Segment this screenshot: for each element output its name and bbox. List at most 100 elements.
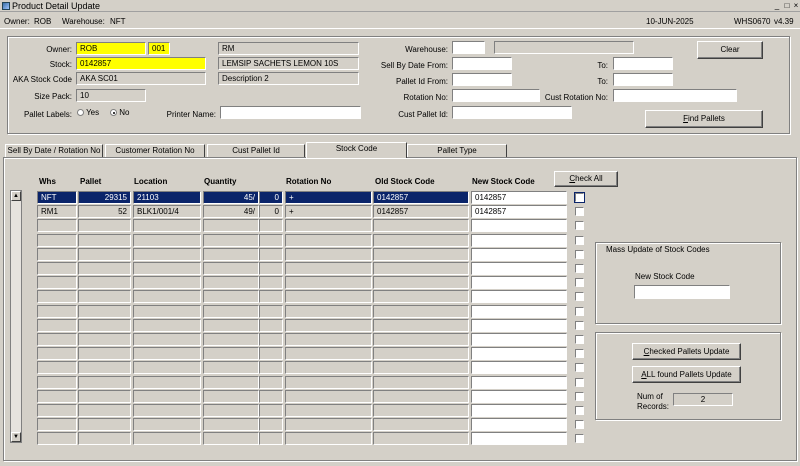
- row-checkbox[interactable]: [575, 236, 584, 245]
- cell-new-code[interactable]: [471, 390, 567, 403]
- cell-rotation: +: [285, 205, 372, 218]
- row-checkbox[interactable]: [575, 250, 584, 259]
- new-stock-code-field[interactable]: [634, 285, 730, 299]
- row-checkbox[interactable]: [575, 221, 584, 230]
- cell-new-code[interactable]: [471, 361, 567, 374]
- row-checkbox[interactable]: [575, 406, 584, 415]
- row-checkbox[interactable]: [575, 392, 584, 401]
- stock-field[interactable]: 0142857: [76, 57, 206, 70]
- clear-button[interactable]: Clear: [697, 41, 763, 59]
- all-pallets-update-button[interactable]: ALL found Pallets Update: [632, 366, 741, 383]
- cell-qty-b: [259, 376, 283, 389]
- maximize-icon[interactable]: □: [783, 2, 791, 10]
- cell-location: [133, 432, 201, 445]
- cell-rotation: [285, 390, 372, 403]
- cell-qty-a: [203, 418, 259, 431]
- row-checkbox[interactable]: [575, 307, 584, 316]
- cell-new-code[interactable]: [471, 262, 567, 275]
- cell-new-code[interactable]: 0142857: [471, 191, 567, 204]
- pallet-labels-no[interactable]: No: [110, 108, 129, 117]
- cell-new-code[interactable]: [471, 234, 567, 247]
- tab-sell-by-date[interactable]: Sell By Date / Rotation No: [5, 144, 103, 157]
- row-checkbox[interactable]: [575, 378, 584, 387]
- cell-new-code[interactable]: [471, 376, 567, 389]
- scroll-up-icon[interactable]: ▲: [11, 191, 21, 201]
- row-checkbox[interactable]: [574, 192, 585, 203]
- cell-whs: [37, 248, 77, 261]
- status-program: WHS0670: [734, 17, 771, 26]
- row-checkbox[interactable]: [575, 278, 584, 287]
- row-checkbox[interactable]: [575, 349, 584, 358]
- cell-new-code[interactable]: [471, 305, 567, 318]
- cell-qty-a: [203, 305, 259, 318]
- rotation-no-field[interactable]: [452, 89, 540, 102]
- mass-update-panel: [595, 242, 781, 324]
- cell-location: 21103: [133, 191, 201, 204]
- scroll-down-icon[interactable]: ▼: [11, 432, 21, 442]
- row-checkbox[interactable]: [575, 363, 584, 372]
- cell-whs: [37, 361, 77, 374]
- cell-new-code[interactable]: [471, 418, 567, 431]
- close-icon[interactable]: ×: [792, 2, 800, 10]
- pallet-labels-label: Pallet Labels:: [23, 110, 72, 119]
- status-warehouse: NFT: [110, 17, 126, 26]
- cell-qty-a: [203, 276, 259, 289]
- minimize-icon[interactable]: _: [773, 2, 781, 10]
- cell-new-code[interactable]: [471, 432, 567, 445]
- row-checkbox[interactable]: [575, 264, 584, 273]
- cell-new-code[interactable]: [471, 319, 567, 332]
- sell-by-to-field[interactable]: [613, 57, 673, 70]
- cell-new-code[interactable]: [471, 276, 567, 289]
- cell-whs: [37, 319, 77, 332]
- warehouse-field[interactable]: [452, 41, 485, 54]
- cell-qty-b: [259, 290, 283, 303]
- cell-location: [133, 347, 201, 360]
- cell-pallet: [78, 262, 131, 275]
- cust-pallet-id-field[interactable]: [452, 106, 572, 119]
- cell-new-code[interactable]: [471, 248, 567, 261]
- cell-whs: [37, 347, 77, 360]
- cell-pallet: [78, 404, 131, 417]
- sell-by-from-label: Sell By Date From:: [380, 61, 448, 70]
- row-checkbox[interactable]: [575, 292, 584, 301]
- cell-qty-b: [259, 361, 283, 374]
- tab-pallet-type[interactable]: Pallet Type: [407, 144, 507, 157]
- row-checkbox[interactable]: [575, 420, 584, 429]
- tab-cust-pallet-id[interactable]: Cust Pallet Id: [207, 144, 305, 157]
- cell-new-code[interactable]: [471, 347, 567, 360]
- sell-by-from-field[interactable]: [452, 57, 512, 70]
- row-checkbox[interactable]: [575, 335, 584, 344]
- printer-name-field[interactable]: [220, 106, 361, 119]
- col-header-old-code: Old Stock Code: [375, 177, 435, 186]
- col-header-rotation: Rotation No: [286, 177, 332, 186]
- pallet-id-from-field[interactable]: [452, 73, 512, 86]
- radio-no-icon[interactable]: [110, 109, 117, 116]
- cell-pallet: [78, 290, 131, 303]
- owner-sub-field[interactable]: 001: [148, 42, 170, 55]
- cell-new-code[interactable]: [471, 290, 567, 303]
- cell-new-code[interactable]: [471, 404, 567, 417]
- row-checkbox[interactable]: [575, 207, 584, 216]
- check-all-button[interactable]: Check All: [554, 171, 618, 187]
- cell-new-code[interactable]: [471, 333, 567, 346]
- checked-pallets-update-button[interactable]: Checked Pallets Update: [632, 343, 741, 360]
- cell-qty-a: [203, 248, 259, 261]
- status-warehouse-label: Warehouse:: [62, 17, 105, 26]
- cell-whs: [37, 418, 77, 431]
- tab-customer-rotation[interactable]: Customer Rotation No: [105, 144, 205, 157]
- pallet-labels-yes[interactable]: Yes: [77, 108, 99, 117]
- radio-yes-icon[interactable]: [77, 109, 84, 116]
- cust-rotation-no-field[interactable]: [613, 89, 737, 102]
- pallet-id-to-field[interactable]: [613, 73, 673, 86]
- find-pallets-button[interactable]: Find Pallets: [645, 110, 763, 128]
- grid-scrollbar[interactable]: ▲ ▼: [10, 190, 22, 443]
- cell-new-code[interactable]: 0142857: [471, 205, 567, 218]
- cell-whs: [37, 333, 77, 346]
- cell-new-code[interactable]: [471, 219, 567, 232]
- row-checkbox[interactable]: [575, 321, 584, 330]
- tab-stock-code[interactable]: Stock Code: [306, 142, 407, 158]
- warehouse-label: Warehouse:: [405, 45, 448, 54]
- cell-qty-a: [203, 319, 259, 332]
- row-checkbox[interactable]: [575, 434, 584, 443]
- owner-code-field[interactable]: ROB: [76, 42, 146, 55]
